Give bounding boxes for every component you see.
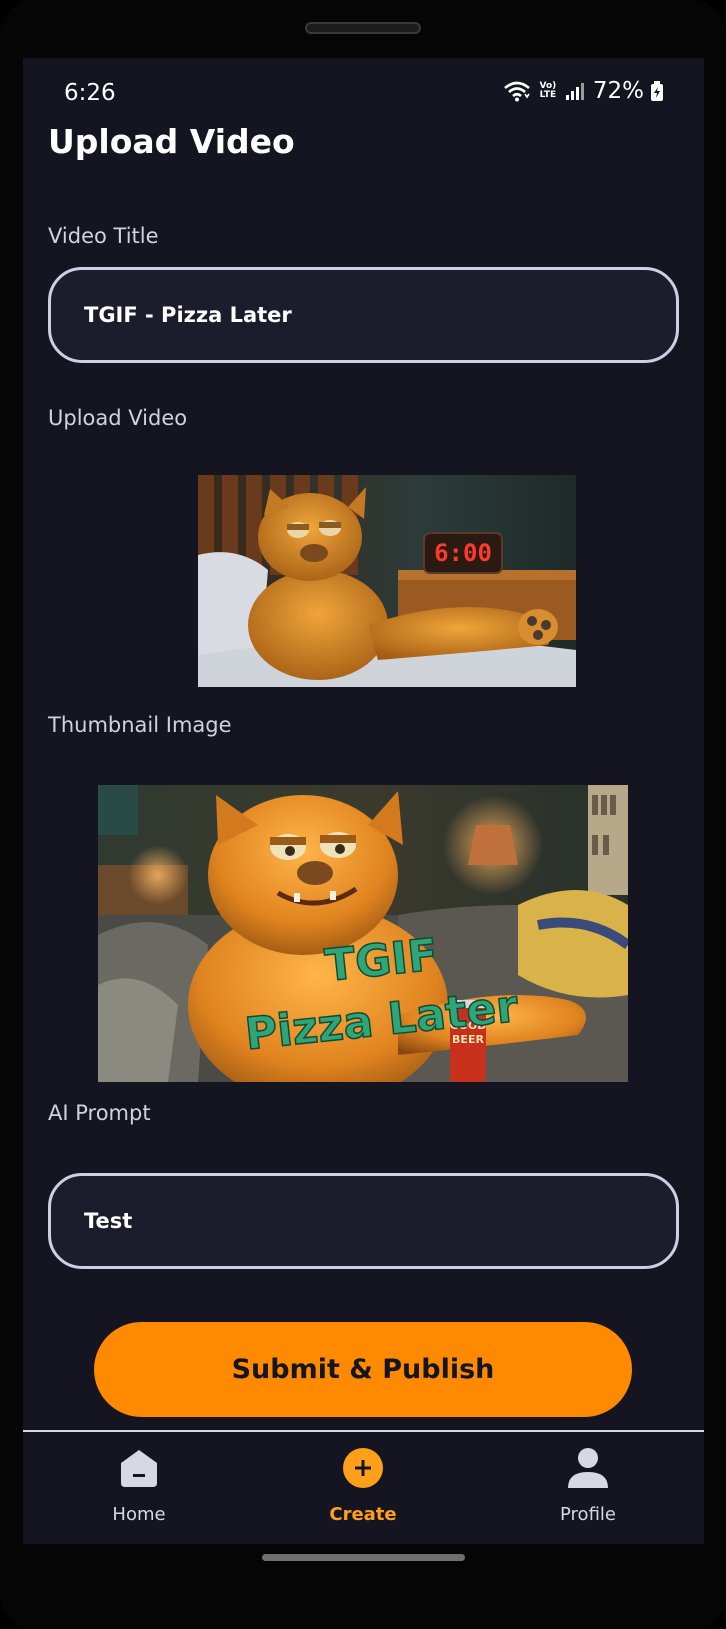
person-icon (566, 1446, 610, 1490)
video-title-label: Video Title (48, 224, 159, 248)
upload-video-label: Upload Video (48, 406, 188, 430)
battery-charging-icon (650, 80, 664, 102)
status-time: 6:26 (64, 80, 116, 106)
app-screen: 6:26 Vo) LTE 72% Upload Video Video Titl… (23, 58, 704, 1544)
page-title: Upload Video (48, 122, 295, 161)
alarm-clock-display: 6:00 (434, 539, 492, 567)
thumbnail-image[interactable]: GOOD BEER TGIF Pizza Later (98, 785, 628, 1082)
submit-publish-button[interactable]: Submit & Publish (94, 1322, 632, 1417)
status-icons: Vo) LTE 72% (503, 78, 664, 104)
thumbnail-label: Thumbnail Image (48, 713, 232, 737)
plus-circle-icon (342, 1446, 384, 1490)
wifi-icon (503, 80, 531, 102)
nav-item-profile[interactable]: Profile (498, 1432, 678, 1544)
nav-label-home: Home (112, 1504, 166, 1525)
nav-item-home[interactable]: Home (49, 1432, 229, 1544)
ai-prompt-input[interactable] (48, 1173, 679, 1269)
nav-label-profile: Profile (560, 1504, 616, 1525)
bottom-nav: Home Create Profile (23, 1430, 704, 1544)
signal-icon (565, 81, 585, 101)
network-type-label: Vo) LTE (539, 81, 557, 100)
video-preview[interactable]: 6:00 (198, 475, 576, 687)
ai-prompt-label: AI Prompt (48, 1101, 151, 1125)
phone-frame: 6:26 Vo) LTE 72% Upload Video Video Titl… (0, 0, 726, 1629)
battery-percent: 72% (592, 78, 644, 104)
nav-label-create: Create (329, 1504, 397, 1525)
system-home-indicator[interactable] (262, 1554, 465, 1561)
nav-item-create[interactable]: Create (273, 1432, 453, 1544)
video-title-input[interactable] (48, 267, 679, 363)
phone-speaker (305, 22, 421, 34)
home-icon (118, 1446, 160, 1490)
